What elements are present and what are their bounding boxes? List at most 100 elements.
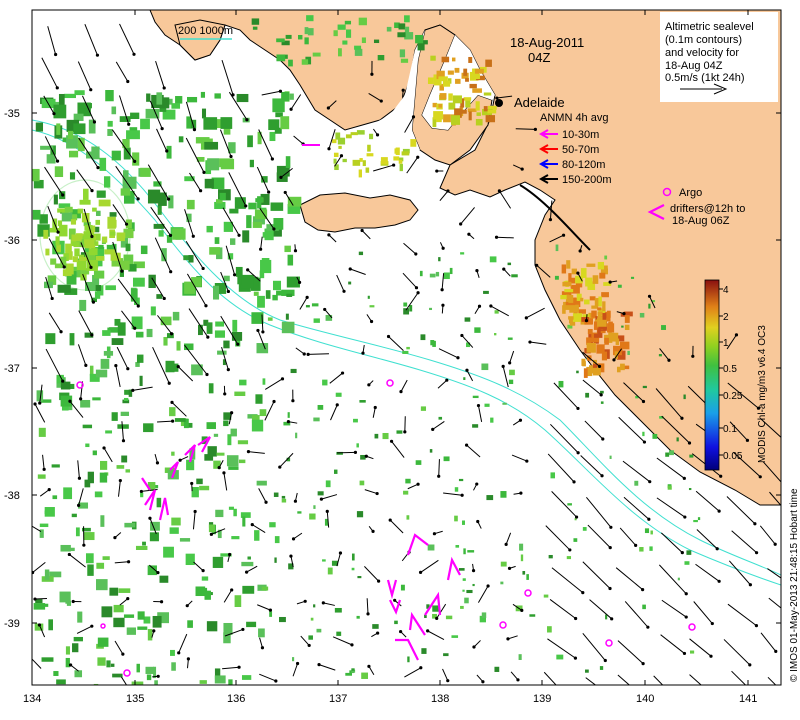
chlorophyll-patch	[64, 93, 77, 99]
velocity-arrow-head	[264, 500, 268, 504]
chlorophyll-patch	[56, 244, 61, 253]
chlorophyll-patch	[56, 123, 61, 135]
chlorophyll-patch	[405, 478, 411, 484]
chlorophyll-patch	[267, 317, 273, 321]
chlorophyll-patch	[301, 59, 309, 65]
velocity-arrow-head	[127, 686, 130, 689]
chlorophyll-patch	[87, 564, 94, 576]
velocity-arrow-head	[603, 658, 607, 663]
chlorophyll-patch	[124, 522, 136, 528]
chlorophyll-patch	[358, 169, 362, 178]
velocity-arrow-head	[178, 458, 182, 462]
chlorophyll-patch	[231, 536, 240, 540]
chlorophyll-patch	[169, 407, 176, 417]
chlorophyll-patch	[165, 360, 175, 373]
chlorophyll-patch	[83, 188, 89, 200]
chlorophyll-patch	[676, 437, 679, 442]
chlorophyll-patch	[589, 296, 596, 301]
chlorophyll-patch	[369, 305, 375, 308]
velocity-arrow-head	[55, 159, 60, 163]
chlorophyll-patch	[59, 224, 68, 237]
velocity-arrow-head	[609, 525, 613, 529]
chlorophyll-patch	[119, 116, 131, 122]
chlorophyll-patch	[435, 271, 440, 277]
velocity-arrow-head	[386, 334, 391, 339]
chlorophyll-patch	[140, 167, 151, 177]
chlorophyll-patch	[257, 295, 265, 308]
chlorophyll-patch	[596, 344, 605, 354]
chlorophyll-patch	[485, 59, 492, 67]
velocity-arrow-head	[375, 133, 380, 137]
velocity-arrow-head	[37, 623, 42, 627]
chlorophyll-patch	[338, 145, 342, 149]
chlorophyll-patch	[604, 337, 609, 345]
velocity-arrow-head	[456, 356, 460, 360]
velocity-arrow-head	[734, 333, 739, 337]
chlorophyll-patch	[367, 295, 370, 299]
chlorophyll-patch	[269, 611, 273, 617]
chlorophyll-patch	[117, 322, 126, 336]
chlorophyll-patch	[350, 132, 358, 136]
chlorophyll-patch	[223, 275, 230, 282]
chlorophyll-patch	[568, 294, 574, 303]
chlorophyll-patch	[174, 418, 186, 422]
velocity-arrow-head	[131, 388, 135, 392]
map-time: 04Z	[528, 50, 550, 65]
chlorophyll-patch	[568, 273, 572, 284]
velocity-arrow-head	[126, 367, 130, 371]
chlorophyll-patch	[443, 114, 451, 123]
chlorophyll-patch	[668, 450, 674, 456]
chlorophyll-patch	[196, 478, 203, 485]
velocity-arrow-head	[121, 652, 125, 656]
chlorophyll-patch	[281, 321, 295, 334]
velocity-arrow-head	[54, 52, 58, 57]
chlorophyll-patch	[137, 611, 145, 620]
chlorophyll-patch	[269, 131, 276, 142]
velocity-arrow-head	[148, 516, 152, 520]
chlorophyll-patch	[600, 401, 604, 404]
chlorophyll-patch	[285, 156, 291, 169]
chlorophyll-patch	[209, 247, 220, 255]
velocity-arrow-head	[576, 271, 580, 275]
chlorophyll-patch	[441, 56, 450, 63]
velocity-arrow-head	[283, 190, 287, 195]
velocity-arrow-head	[232, 273, 237, 277]
velocity-arrow-head	[612, 358, 616, 362]
velocity-arrow-head	[518, 418, 523, 422]
velocity-arrow-head	[28, 654, 31, 657]
chlorophyll-patch	[615, 338, 620, 345]
chlorophyll-patch	[163, 546, 174, 558]
chlorophyll-patch	[171, 103, 181, 109]
chlorophyll-patch	[342, 158, 347, 163]
chlorophyll-patch	[382, 432, 389, 440]
chlorophyll-patch	[107, 120, 113, 127]
velocity-arrow-head	[124, 222, 129, 226]
chlorophyll-patch	[630, 276, 635, 279]
chlorophyll-patch	[106, 660, 111, 668]
chlorophyll-patch	[650, 530, 653, 535]
chlorophyll-patch	[228, 679, 233, 685]
velocity-arrow-head	[647, 517, 651, 521]
velocity-arrow-head	[293, 249, 298, 253]
chlorophyll-patch	[92, 207, 97, 212]
velocity-arrow-head	[528, 340, 532, 344]
chlorophyll-patch	[472, 583, 475, 587]
velocity-arrow-head	[246, 450, 251, 454]
velocity-arrow-head	[388, 518, 392, 522]
chlorophyll-patch	[63, 487, 73, 500]
chlorophyll-patch	[464, 317, 471, 322]
chlorophyll-patch	[438, 103, 443, 108]
chlorophyll-patch	[447, 70, 454, 75]
chlorophyll-patch	[398, 159, 403, 164]
chlorophyll-patch	[131, 681, 144, 685]
anmn-legend-label: 150-200m	[562, 174, 612, 186]
chlorophyll-patch	[665, 452, 670, 457]
chlorophyll-patch	[417, 42, 425, 51]
chlorophyll-patch	[602, 313, 607, 320]
argo-legend-label: Argo	[679, 187, 702, 199]
chlorophyll-patch	[507, 337, 513, 340]
velocity-arrow-head	[165, 149, 169, 153]
chlorophyll-patch	[111, 106, 117, 115]
velocity-arrow-head	[152, 629, 156, 633]
velocity-arrow-head	[793, 702, 796, 705]
